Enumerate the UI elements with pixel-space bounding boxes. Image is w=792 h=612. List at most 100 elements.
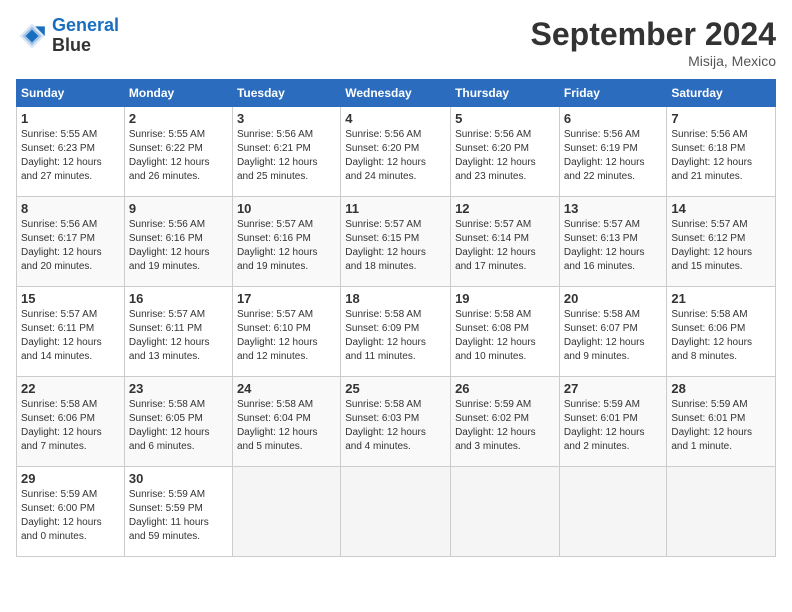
day-info: Sunrise: 5:56 AM Sunset: 6:17 PM Dayligh… — [21, 218, 120, 274]
day-info: Sunrise: 5:58 AM Sunset: 6:03 PM Dayligh… — [345, 398, 446, 454]
weekday-header-thursday: Thursday — [451, 80, 560, 107]
calendar-cell: 22 Sunrise: 5:58 AM Sunset: 6:06 PM Dayli… — [17, 377, 125, 467]
day-info: Sunrise: 5:58 AM Sunset: 6:04 PM Dayligh… — [237, 398, 336, 454]
day-info: Sunrise: 5:59 AM Sunset: 6:02 PM Dayligh… — [455, 398, 555, 454]
logo: General Blue — [16, 16, 119, 56]
weekday-header-tuesday: Tuesday — [232, 80, 340, 107]
calendar-week-2: 8 Sunrise: 5:56 AM Sunset: 6:17 PM Daylig… — [17, 197, 776, 287]
calendar-cell: 17 Sunrise: 5:57 AM Sunset: 6:10 PM Dayli… — [232, 287, 340, 377]
day-info: Sunrise: 5:58 AM Sunset: 6:07 PM Dayligh… — [564, 308, 663, 364]
calendar-cell: 8 Sunrise: 5:56 AM Sunset: 6:17 PM Daylig… — [17, 197, 125, 287]
calendar-body: 1Sunrise: 5:55 AM Sunset: 6:23 PM Daylig… — [17, 107, 776, 557]
day-number: 18 — [345, 291, 446, 306]
weekday-header-wednesday: Wednesday — [341, 80, 451, 107]
day-number: 5 — [455, 111, 555, 126]
day-info: Sunrise: 5:59 AM Sunset: 5:59 PM Dayligh… — [129, 488, 228, 544]
calendar-week-5: 29 Sunrise: 5:59 AM Sunset: 6:00 PM Dayli… — [17, 467, 776, 557]
calendar-cell: 23Sunrise: 5:58 AM Sunset: 6:05 PM Dayli… — [124, 377, 232, 467]
day-number: 2 — [129, 111, 228, 126]
calendar-cell: 6Sunrise: 5:56 AM Sunset: 6:19 PM Daylig… — [559, 107, 667, 197]
day-info: Sunrise: 5:59 AM Sunset: 6:00 PM Dayligh… — [21, 488, 120, 544]
day-number: 27 — [564, 381, 663, 396]
day-number: 10 — [237, 201, 336, 216]
logo-line1: General — [52, 15, 119, 35]
weekday-header-monday: Monday — [124, 80, 232, 107]
day-number: 17 — [237, 291, 336, 306]
day-number: 4 — [345, 111, 446, 126]
weekday-header-saturday: Saturday — [667, 80, 776, 107]
calendar-cell — [232, 467, 340, 557]
calendar-cell: 21 Sunrise: 5:58 AM Sunset: 6:06 PM Dayli… — [667, 287, 776, 377]
calendar-cell: 25 Sunrise: 5:58 AM Sunset: 6:03 PM Dayli… — [341, 377, 451, 467]
day-info: Sunrise: 5:56 AM Sunset: 6:20 PM Dayligh… — [345, 128, 446, 184]
calendar-cell: 18 Sunrise: 5:58 AM Sunset: 6:09 PM Dayli… — [341, 287, 451, 377]
calendar-week-1: 1Sunrise: 5:55 AM Sunset: 6:23 PM Daylig… — [17, 107, 776, 197]
day-number: 13 — [564, 201, 663, 216]
calendar-cell — [341, 467, 451, 557]
calendar-cell: 4 Sunrise: 5:56 AM Sunset: 6:20 PM Daylig… — [341, 107, 451, 197]
day-number: 24 — [237, 381, 336, 396]
calendar-cell: 27Sunrise: 5:59 AM Sunset: 6:01 PM Dayli… — [559, 377, 667, 467]
day-info: Sunrise: 5:59 AM Sunset: 6:01 PM Dayligh… — [671, 398, 771, 454]
day-info: Sunrise: 5:57 AM Sunset: 6:13 PM Dayligh… — [564, 218, 663, 274]
day-info: Sunrise: 5:55 AM Sunset: 6:23 PM Dayligh… — [21, 128, 120, 184]
calendar-cell: 13 Sunrise: 5:57 AM Sunset: 6:13 PM Dayli… — [559, 197, 667, 287]
calendar-table: SundayMondayTuesdayWednesdayThursdayFrid… — [16, 79, 776, 557]
calendar-cell: 10 Sunrise: 5:57 AM Sunset: 6:16 PM Dayli… — [232, 197, 340, 287]
day-info: Sunrise: 5:55 AM Sunset: 6:22 PM Dayligh… — [129, 128, 228, 184]
day-number: 16 — [129, 291, 228, 306]
day-info: Sunrise: 5:56 AM Sunset: 6:20 PM Dayligh… — [455, 128, 555, 184]
calendar-cell: 5 Sunrise: 5:56 AM Sunset: 6:20 PM Daylig… — [451, 107, 560, 197]
calendar-cell — [559, 467, 667, 557]
day-number: 23 — [129, 381, 228, 396]
calendar-cell: 28 Sunrise: 5:59 AM Sunset: 6:01 PM Dayli… — [667, 377, 776, 467]
calendar-cell — [451, 467, 560, 557]
day-info: Sunrise: 5:56 AM Sunset: 6:19 PM Dayligh… — [564, 128, 663, 184]
day-info: Sunrise: 5:56 AM Sunset: 6:21 PM Dayligh… — [237, 128, 336, 184]
day-number: 30 — [129, 471, 228, 486]
calendar-cell: 2 Sunrise: 5:55 AM Sunset: 6:22 PM Daylig… — [124, 107, 232, 197]
day-number: 20 — [564, 291, 663, 306]
day-info: Sunrise: 5:58 AM Sunset: 6:08 PM Dayligh… — [455, 308, 555, 364]
day-info: Sunrise: 5:58 AM Sunset: 6:06 PM Dayligh… — [21, 398, 120, 454]
day-number: 28 — [671, 381, 771, 396]
calendar-cell: 15Sunrise: 5:57 AM Sunset: 6:11 PM Dayli… — [17, 287, 125, 377]
month-title: September 2024 — [531, 16, 776, 53]
day-number: 22 — [21, 381, 120, 396]
day-number: 25 — [345, 381, 446, 396]
day-info: Sunrise: 5:57 AM Sunset: 6:15 PM Dayligh… — [345, 218, 446, 274]
day-info: Sunrise: 5:57 AM Sunset: 6:11 PM Dayligh… — [129, 308, 228, 364]
day-info: Sunrise: 5:58 AM Sunset: 6:06 PM Dayligh… — [671, 308, 771, 364]
day-number: 15 — [21, 291, 120, 306]
calendar-cell: 11 Sunrise: 5:57 AM Sunset: 6:15 PM Dayli… — [341, 197, 451, 287]
day-number: 8 — [21, 201, 120, 216]
calendar-cell: 3 Sunrise: 5:56 AM Sunset: 6:21 PM Daylig… — [232, 107, 340, 197]
day-number: 29 — [21, 471, 120, 486]
calendar-cell: 7 Sunrise: 5:56 AM Sunset: 6:18 PM Daylig… — [667, 107, 776, 197]
day-info: Sunrise: 5:58 AM Sunset: 6:09 PM Dayligh… — [345, 308, 446, 364]
calendar-cell: 9 Sunrise: 5:56 AM Sunset: 6:16 PM Daylig… — [124, 197, 232, 287]
page-header: General Blue September 2024 Misija, Mexi… — [16, 16, 776, 69]
calendar-week-4: 22 Sunrise: 5:58 AM Sunset: 6:06 PM Dayli… — [17, 377, 776, 467]
day-number: 11 — [345, 201, 446, 216]
calendar-week-3: 15 Sunrise: 5:57 AM Sunset: 6:11 PM Dayli… — [17, 287, 776, 377]
calendar-cell: 24 Sunrise: 5:58 AM Sunset: 6:04 PM Dayli… — [232, 377, 340, 467]
calendar-cell: 12Sunrise: 5:57 AM Sunset: 6:14 PM Dayli… — [451, 197, 560, 287]
title-block: September 2024 Misija, Mexico — [531, 16, 776, 69]
day-info: Sunrise: 5:56 AM Sunset: 6:18 PM Dayligh… — [671, 128, 771, 184]
day-info: Sunrise: 5:56 AM Sunset: 6:16 PM Dayligh… — [129, 218, 228, 274]
day-number: 7 — [671, 111, 771, 126]
weekday-header-friday: Friday — [559, 80, 667, 107]
day-number: 9 — [129, 201, 228, 216]
logo-line2: Blue — [52, 36, 119, 56]
logo-icon — [16, 20, 48, 52]
day-number: 21 — [671, 291, 771, 306]
day-number: 19 — [455, 291, 555, 306]
day-number: 3 — [237, 111, 336, 126]
day-info: Sunrise: 5:57 AM Sunset: 6:14 PM Dayligh… — [455, 218, 555, 274]
location: Misija, Mexico — [531, 53, 776, 69]
day-number: 14 — [671, 201, 771, 216]
day-info: Sunrise: 5:57 AM Sunset: 6:16 PM Dayligh… — [237, 218, 336, 274]
day-info: Sunrise: 5:57 AM Sunset: 6:10 PM Dayligh… — [237, 308, 336, 364]
calendar-cell: 30 Sunrise: 5:59 AM Sunset: 5:59 PM Dayli… — [124, 467, 232, 557]
